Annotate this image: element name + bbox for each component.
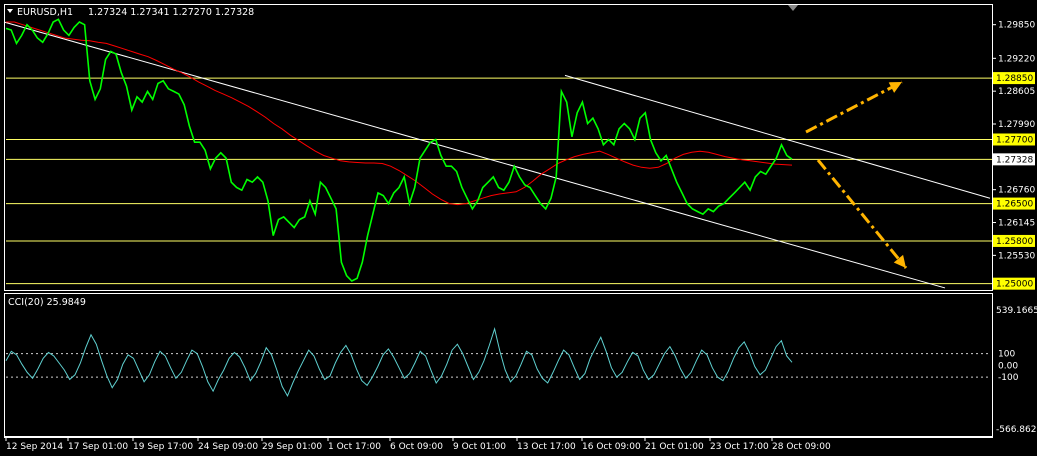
time-tick-label: 6 Oct 09:00 [390, 442, 443, 452]
cci-plot-frame [4, 293, 993, 437]
time-tick-label: 21 Oct 01:00 [645, 442, 704, 452]
price-tick-label: 1.25000 [996, 280, 1033, 290]
trend-channel [3, 21, 991, 289]
time-tick-label: 13 Oct 17:00 [517, 442, 576, 452]
time-tick-label: 23 Oct 17:00 [710, 442, 769, 452]
cci-indicator [5, 327, 990, 398]
upper-trend-line [564, 74, 991, 199]
time-tick-label: 16 Oct 09:00 [582, 442, 641, 452]
horizontal-levels [6, 77, 992, 285]
price-tick-label: 1.27990 [998, 120, 1035, 130]
cci-tick-label: 0.00 [998, 361, 1018, 371]
symbol-label: EURUSD,H1 [17, 7, 73, 18]
cci-tick-label: 539.1665 [996, 306, 1037, 316]
cci-axis: 539.1665 1000.00 -100 -566.8629 [996, 306, 1037, 435]
price-axis: 1.29850 1.29220 1.28850 1.28605 1.27990 1.277… [992, 21, 1035, 290]
price-chart[interactable]: 1.29850 1.29220 1.28850 1.28605 1.27990 1.277… [0, 0, 1037, 456]
time-tick-label: 9 Oct 01:00 [453, 442, 506, 452]
time-tick-label: 19 Sep 17:00 [133, 442, 193, 452]
price-tick-label: 1.26145 [998, 219, 1035, 229]
time-axis: 12 Sep 2014 17 Sep 01:00 19 Sep 17:00 24 Se… [5, 437, 831, 452]
ohlc-readout: 1.27324 1.27341 1.27270 1.27328 [88, 7, 254, 18]
cci-tick-label: -100 [998, 373, 1019, 383]
price-tick-label: 1.27700 [996, 135, 1033, 145]
time-tick-label: 1 Oct 17:00 [328, 442, 381, 452]
time-tick-label: 24 Sep 09:00 [198, 442, 258, 452]
price-tick-label: 1.27328 [996, 155, 1033, 165]
arrow-down [816, 159, 908, 269]
price-tick-label: 1.25530 [998, 251, 1035, 261]
cci-line [5, 327, 793, 398]
price-tick-label: 1.26500 [996, 200, 1033, 210]
price-tick-label: 1.29220 [998, 54, 1035, 64]
price-tick-label: 1.25800 [996, 237, 1033, 247]
chart-shift-marker-icon[interactable] [788, 5, 798, 11]
price-tick-label: 1.29850 [998, 21, 1035, 31]
lower-trend-line [3, 21, 946, 289]
cci-label: CCI(20) 25.9849 [8, 297, 86, 308]
price-series [5, 18, 793, 282]
price-tick-label: 1.28605 [998, 87, 1035, 97]
time-tick-label: 17 Sep 01:00 [68, 442, 128, 452]
price-tick-label: 1.28850 [996, 74, 1033, 84]
cci-tick-label: 100 [998, 350, 1015, 360]
cci-tick-label: -566.8629 [996, 425, 1037, 435]
forecast-arrows [805, 80, 908, 269]
price-line [5, 18, 793, 282]
triangle-down-icon[interactable] [7, 9, 13, 13]
time-tick-label: 12 Sep 2014 [6, 442, 63, 452]
main-plot-frame [4, 4, 993, 291]
time-tick-label: 28 Oct 09:00 [772, 442, 831, 452]
price-tick-label: 1.26760 [998, 186, 1035, 196]
time-tick-label: 29 Sep 01:00 [262, 442, 322, 452]
arrow-up [805, 80, 903, 134]
